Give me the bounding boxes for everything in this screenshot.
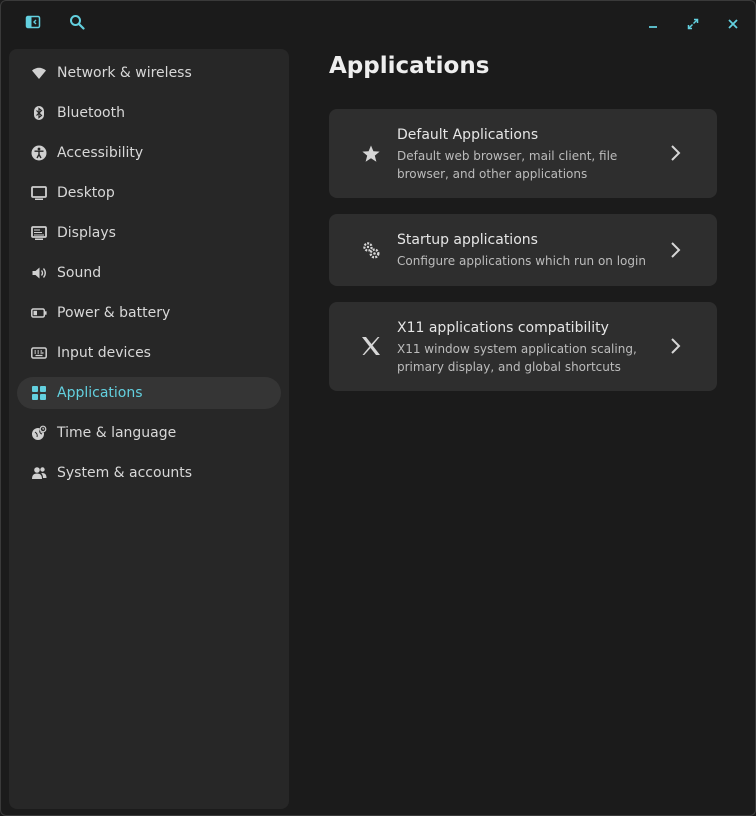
x11-icon [359,334,383,358]
sidebar-item-label: Network & wireless [57,65,192,81]
maximize-icon [687,15,699,34]
speaker-icon [31,265,47,281]
maximize-button[interactable] [680,11,706,37]
default-applications-card[interactable]: Default Applications Default web browser… [329,109,717,198]
chevron-right-icon [667,143,683,163]
sidebar-item-label: Input devices [57,345,151,361]
sidebar-toggle-icon [25,14,41,34]
sidebar-item-sound[interactable]: Sound [17,257,281,289]
monitor-icon [31,185,47,201]
star-icon [359,142,383,166]
settings-window: Network & wireless Bluetooth Accessibili… [0,0,756,816]
sidebar-item-applications[interactable]: Applications [17,377,281,409]
x11-applications-card[interactable]: X11 applications compatibility X11 windo… [329,302,717,391]
minimize-button[interactable] [640,11,666,37]
sidebar-toggle-button[interactable] [20,11,46,37]
minimize-icon [647,15,659,34]
battery-icon [31,305,47,321]
sidebar-item-label: Desktop [57,185,115,201]
sidebar-item-input-devices[interactable]: Input devices [17,337,281,369]
sidebar-item-label: Sound [57,265,102,281]
chevron-right-icon [667,240,683,260]
startup-applications-card[interactable]: Startup applications Configure applicati… [329,214,717,286]
sidebar-item-label: System & accounts [57,465,193,481]
close-icon [727,15,739,34]
chevron-right-icon [667,336,683,356]
close-button[interactable] [720,11,746,37]
wifi-icon [31,65,47,81]
sidebar-item-label: Time & language [57,425,177,441]
sidebar-item-displays[interactable]: Displays [17,217,281,249]
sidebar: Network & wireless Bluetooth Accessibili… [9,49,289,809]
card-title: X11 applications compatibility [397,320,609,336]
header-bar [1,1,755,47]
sidebar-item-bluetooth[interactable]: Bluetooth [17,97,281,129]
sidebar-item-network-wireless[interactable]: Network & wireless [17,57,281,89]
gears-icon [359,238,383,262]
accessibility-icon [31,145,47,161]
sidebar-item-time-language[interactable]: Time & language [17,417,281,449]
globe-clock-icon [31,425,47,441]
main-content: Applications Default Applications Defaul… [297,47,749,809]
search-icon [69,14,85,34]
users-icon [31,465,47,481]
card-title: Startup applications [397,232,538,248]
sidebar-item-system-accounts[interactable]: System & accounts [17,457,281,489]
search-button[interactable] [64,11,90,37]
display-icon [31,225,47,241]
keyboard-icon [31,345,47,361]
sidebar-item-label: Bluetooth [57,105,125,121]
sidebar-item-desktop[interactable]: Desktop [17,177,281,209]
sidebar-item-label: Power & battery [57,305,171,321]
sidebar-item-accessibility[interactable]: Accessibility [17,137,281,169]
page-title: Applications [329,53,490,79]
card-description: Configure applications which run on logi… [397,254,646,268]
sidebar-item-power-battery[interactable]: Power & battery [17,297,281,329]
sidebar-item-label: Accessibility [57,145,144,161]
card-description: Default web browser, mail client, file b… [397,149,618,181]
card-description: X11 window system application scaling, p… [397,342,637,374]
bluetooth-icon [31,105,47,121]
card-title: Default Applications [397,127,539,143]
apps-grid-icon [31,385,47,401]
sidebar-item-label: Displays [57,225,116,241]
sidebar-item-label: Applications [57,385,143,401]
